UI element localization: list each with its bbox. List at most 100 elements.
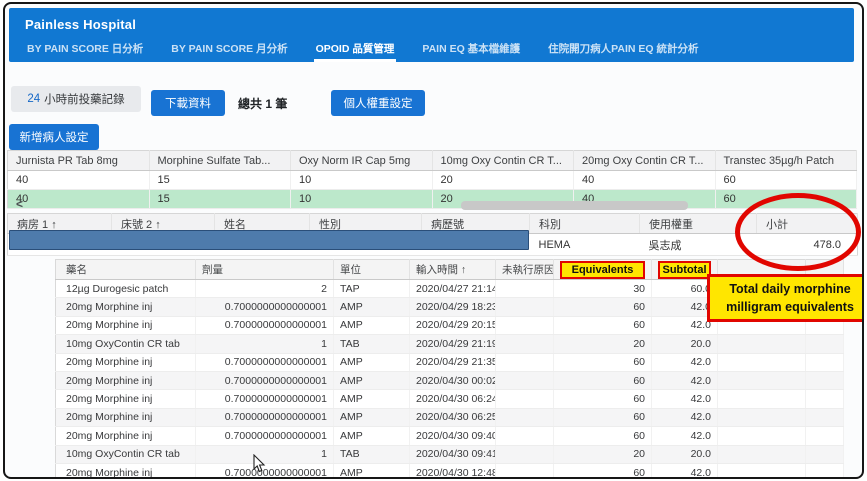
medication-cell [496,353,554,371]
equivalence-cell: 10 [291,190,433,209]
medication-column-header[interactable]: 輸入時間 ↑ [410,260,496,280]
horizontal-scrollbar-thumb[interactable] [461,201,688,210]
equivalence-column-header[interactable]: 10mg Oxy Contin CR T... [432,151,574,171]
medication-column-header[interactable]: Equivalents [554,260,652,280]
medication-cell: 10mg OxyContin CR tab [56,335,196,353]
screenshot-frame: Painless Hospital BY PAIN SCORE 日分析BY PA… [0,0,867,481]
medication-cell: AMP [334,427,410,445]
medication-cell [496,445,554,463]
equivalence-header-row: Jurnista PR Tab 8mgMorphine Sulfate Tab.… [8,151,857,171]
medication-cell: 0.7000000000000001 [196,298,334,316]
tab-bar: BY PAIN SCORE 日分析 BY PAIN SCORE 月分析 OPOID … [25,37,700,62]
patient-column-header[interactable]: 科別 [530,214,640,234]
equivalence-cell: 60 [715,190,857,209]
history-chip-label: 小時前投藥記錄 [44,91,125,107]
equivalence-cell: 15 [149,171,291,190]
medication-cell [806,463,844,479]
medication-row[interactable]: 20mg Morphine inj0.7000000000000001AMP20… [56,463,844,479]
equivalence-column-header[interactable]: Jurnista PR Tab 8mg [8,151,150,171]
medication-cell: AMP [334,371,410,389]
add-patient-button[interactable]: 新增病人設定 [9,124,99,150]
equivalence-column-header[interactable]: Morphine Sulfate Tab... [149,151,291,171]
medication-cell: 20mg Morphine inj [56,298,196,316]
medication-cell: AMP [334,463,410,479]
app-header: Painless Hospital BY PAIN SCORE 日分析BY PA… [9,8,854,62]
equivalence-cell: 40 [8,171,150,190]
medication-cell [806,335,844,353]
medication-cell: 0.7000000000000001 [196,427,334,445]
medication-cell: TAB [334,445,410,463]
tab-3[interactable]: OPOID 品質管理 [314,37,397,62]
medication-cell: 12µg Durogesic patch [56,280,196,298]
equivalence-row[interactable]: 401510204060 [8,171,857,190]
download-button[interactable]: 下載資料 [151,90,225,116]
medication-cell: 2 [196,280,334,298]
medication-cell: 2020/04/29 21:19 [410,335,496,353]
medication-column-header[interactable]: 劑量 [196,260,334,280]
medication-cell: 30 [554,280,652,298]
personal-weight-button[interactable]: 個人權重設定 [331,90,425,116]
medication-cell [496,280,554,298]
medication-row[interactable]: 10mg OxyContin CR tab1TAB2020/04/30 09:4… [56,445,844,463]
patient-cell: HEMA [530,234,640,256]
medication-cell: 20mg Morphine inj [56,390,196,408]
patient-cell: 478.0 [757,234,858,256]
tab-4[interactable]: PAIN EQ 基本檔維護 [420,37,522,62]
patient-column-header[interactable]: 使用權重 [640,214,757,234]
medication-row[interactable]: 20mg Morphine inj0.7000000000000001AMP20… [56,408,844,426]
scroll-left-icon[interactable]: < [16,199,23,209]
medication-cell: AMP [334,408,410,426]
medication-cell: 20mg Morphine inj [56,408,196,426]
medication-cell: 42.0 [652,371,718,389]
medication-cell: 0.7000000000000001 [196,408,334,426]
medication-cell: 2020/04/30 06:25 [410,408,496,426]
medication-cell [496,371,554,389]
medication-row[interactable]: 20mg Morphine inj0.7000000000000001AMP20… [56,371,844,389]
medication-column-header[interactable]: 未執行原因 [496,260,554,280]
medication-cell: TAP [334,280,410,298]
equivalence-column-header[interactable]: 20mg Oxy Contin CR T... [574,151,716,171]
medication-cell [806,371,844,389]
equivalence-row[interactable]: 401510204060 [8,190,857,209]
highlight-equivalents: Equivalents [560,261,645,279]
medication-row[interactable]: 20mg Morphine inj0.7000000000000001AMP20… [56,427,844,445]
selected-patient-redacted-bar[interactable] [9,230,529,250]
medication-cell [806,427,844,445]
medication-cell: 0.7000000000000001 [196,390,334,408]
equivalence-column-header[interactable]: Oxy Norm IR Cap 5mg [291,151,433,171]
medication-cell: 60 [554,316,652,334]
equivalence-cell: 40 [8,190,150,209]
tab-1[interactable]: BY PAIN SCORE 日分析 [25,37,145,62]
medication-cell: 2020/04/30 06:24 [410,390,496,408]
medication-cell: AMP [334,390,410,408]
medication-cell [718,463,806,479]
medication-cell: 20.0 [652,335,718,353]
equivalence-column-header[interactable]: Transtec 35µg/h Patch [715,151,857,171]
patient-column-header[interactable]: 小計 [757,214,858,234]
medication-cell: 0.7000000000000001 [196,371,334,389]
tab-5[interactable]: 住院開刀病人PAIN EQ 統計分析 [546,37,700,62]
medication-cell: 42.0 [652,408,718,426]
medication-column-header[interactable]: 藥名 [56,260,196,280]
tab-2[interactable]: BY PAIN SCORE 月分析 [169,37,289,62]
medication-cell [718,408,806,426]
medication-cell: 20mg Morphine inj [56,371,196,389]
medication-cell: 60 [554,298,652,316]
history-chip[interactable]: 24 小時前投藥記錄 [11,86,141,112]
medication-cell [718,335,806,353]
medication-cell: 2020/04/30 09:40 [410,427,496,445]
medication-cell: 20.0 [652,445,718,463]
medication-cell: 20 [554,335,652,353]
medication-cell: 0.7000000000000001 [196,353,334,371]
medication-row[interactable]: 20mg Morphine inj0.7000000000000001AMP20… [56,353,844,371]
medication-row[interactable]: 10mg OxyContin CR tab1TAB2020/04/29 21:1… [56,335,844,353]
medication-cell: 60 [554,371,652,389]
medication-cell [718,390,806,408]
medication-column-header[interactable]: 單位 [334,260,410,280]
medication-cell: 2020/04/29 18:23 [410,298,496,316]
medication-cell [496,408,554,426]
medication-cell [806,390,844,408]
medication-row[interactable]: 20mg Morphine inj0.7000000000000001AMP20… [56,390,844,408]
medication-cell: 60 [554,390,652,408]
medication-cell: AMP [334,353,410,371]
